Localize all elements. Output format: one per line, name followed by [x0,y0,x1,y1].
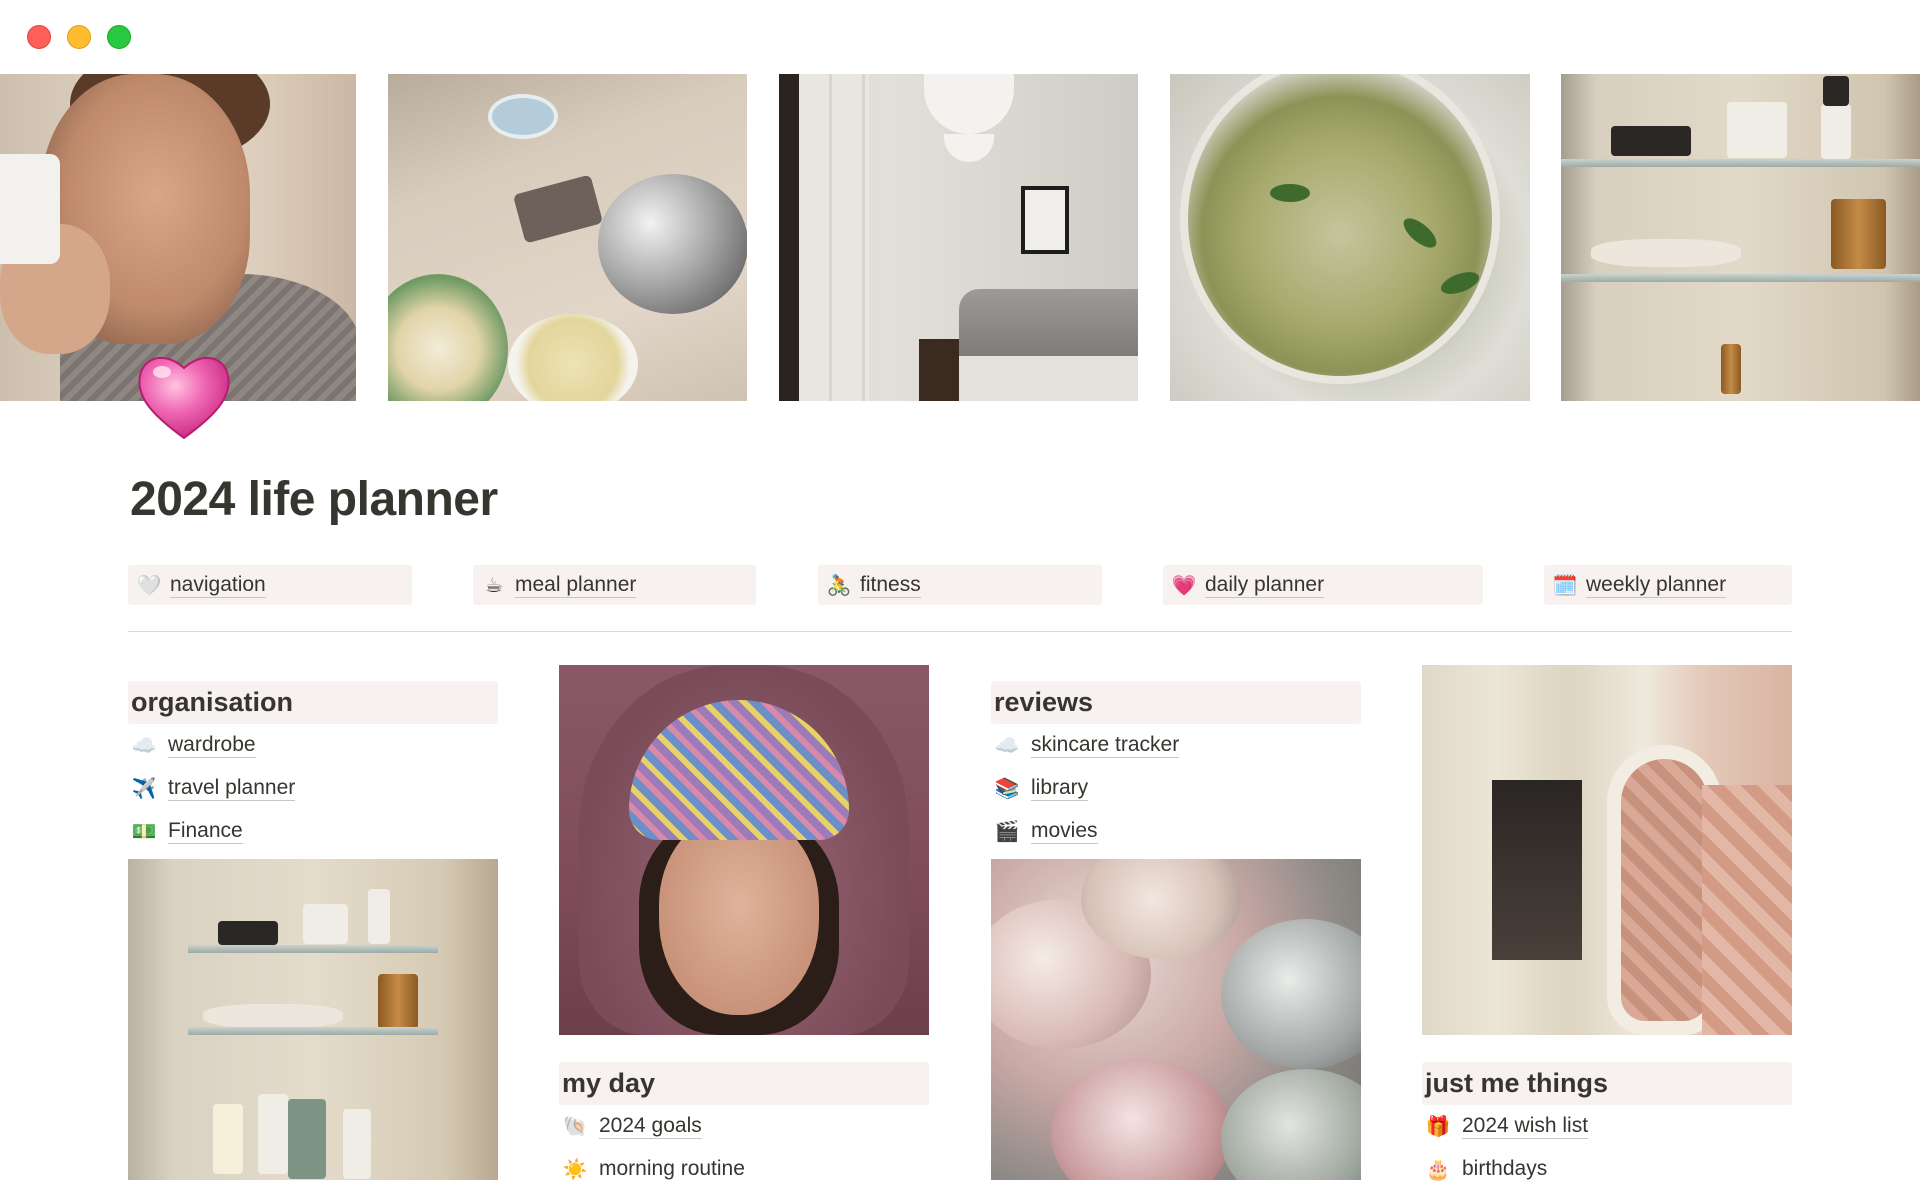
clapper-icon: 🎬 [994,820,1020,843]
calendar-icon: 🗓️ [1552,574,1578,597]
list-item-label[interactable]: movies [1031,819,1098,844]
cyclist-icon: 🚴 [826,574,852,597]
list-item-travel-planner[interactable]: ✈️ travel planner [130,772,296,804]
list-item-finance[interactable]: 💵 Finance [130,815,243,847]
section-header-reviews: reviews [991,681,1361,724]
pink-heart-emoji-icon[interactable] [134,346,234,446]
pink-heart-icon: 💗 [1171,574,1197,597]
list-item-label[interactable]: Finance [168,819,243,844]
list-item-label[interactable]: birthdays [1462,1157,1547,1181]
books-icon: 📚 [994,777,1020,800]
section-header-my-day: my day [559,1062,929,1105]
link-label[interactable]: weekly planner [1586,573,1727,598]
section-title: just me things [1425,1068,1609,1098]
cloud-icon: ☁️ [131,734,157,757]
coffee-icon: ☕ [485,574,503,597]
link-fitness[interactable]: 🚴 fitness [818,565,1102,605]
list-item-label[interactable]: 2024 goals [599,1114,702,1139]
shell-icon: 🐚 [562,1115,588,1138]
page-title[interactable]: 2024 life planner [130,472,498,527]
link-label[interactable]: meal planner [515,573,637,598]
list-item-label[interactable]: skincare tracker [1031,733,1180,758]
list-item-label[interactable]: wardrobe [168,733,256,758]
link-label[interactable]: navigation [170,573,266,598]
list-item-wardrobe[interactable]: ☁️ wardrobe [130,729,256,761]
maximize-window-button[interactable] [107,25,131,49]
window-controls [27,25,131,49]
close-window-button[interactable] [27,25,51,49]
list-item-label[interactable]: 2024 wish list [1462,1114,1589,1139]
white-heart-icon: 🤍 [136,574,162,597]
airplane-icon: ✈️ [131,777,157,800]
list-item-2024-wish-list[interactable]: 🎁 2024 wish list [1424,1110,1589,1142]
money-icon: 💵 [131,820,157,843]
list-item-birthdays[interactable]: 🎂 birthdays [1424,1153,1548,1185]
gift-icon: 🎁 [1425,1115,1451,1138]
list-item-label[interactable]: travel planner [168,776,296,801]
list-item-morning-routine[interactable]: ☀️ morning routine [561,1153,745,1185]
section-header-just-me-things: just me things [1422,1062,1792,1105]
section-title: reviews [994,687,1094,717]
banner-photo-bedroom [779,74,1138,401]
banner-photo-pasta [1170,74,1530,401]
link-label[interactable]: daily planner [1205,573,1325,598]
list-item-library[interactable]: 📚 library [993,772,1089,804]
list-item-skincare-tracker[interactable]: ☁️ skincare tracker [993,729,1180,761]
list-item-label[interactable]: morning routine [599,1157,745,1181]
section-header-organisation: organisation [128,681,498,724]
banner-photo-tea-table [388,74,747,401]
link-navigation[interactable]: 🤍 navigation [128,565,412,605]
divider [128,631,1792,632]
minimize-window-button[interactable] [67,25,91,49]
link-daily-planner[interactable]: 💗 daily planner [1163,565,1483,605]
photo-bathroom [1422,665,1792,1035]
list-item-label[interactable]: library [1031,776,1089,801]
list-item-2024-goals[interactable]: 🐚 2024 goals [561,1110,702,1142]
banner-photo-shelves [1561,74,1920,401]
photo-shells [991,859,1361,1180]
sun-icon: ☀️ [562,1158,588,1181]
link-weekly-planner[interactable]: 🗓️ weekly planner [1544,565,1792,605]
photo-shelves [128,859,498,1180]
photo-selfie [559,665,929,1035]
cake-icon: 🎂 [1425,1158,1451,1181]
list-item-movies[interactable]: 🎬 movies [993,815,1098,847]
section-title: my day [562,1068,656,1098]
cloud-icon: ☁️ [994,734,1020,757]
link-meal-planner[interactable]: ☕ meal planner [473,565,756,605]
section-title: organisation [131,687,294,717]
link-label[interactable]: fitness [860,573,921,598]
